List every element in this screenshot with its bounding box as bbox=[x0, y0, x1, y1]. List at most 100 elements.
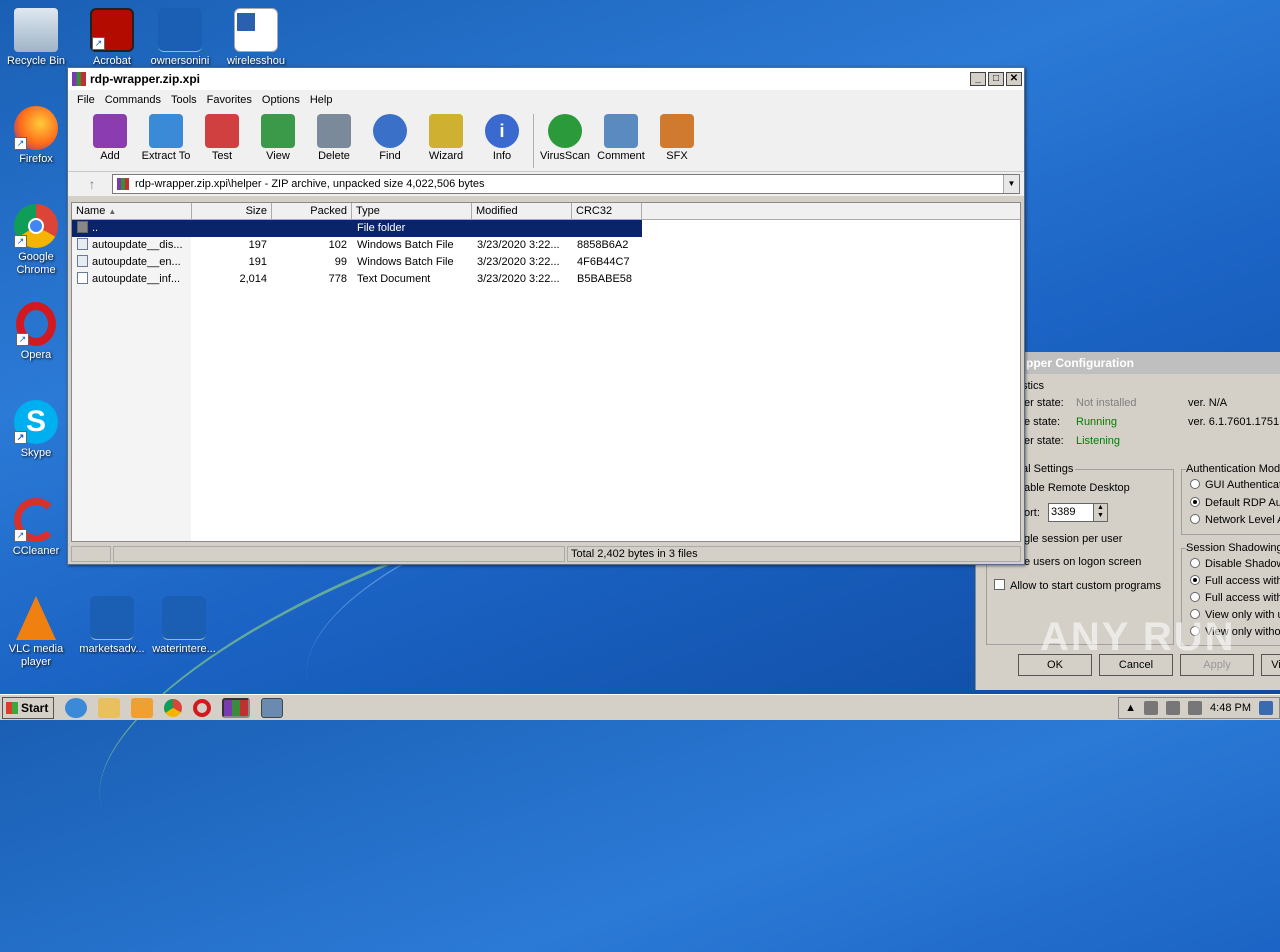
taskbar: Start ▲ 4:48 PM bbox=[0, 694, 1280, 720]
column-crc32[interactable]: CRC32 bbox=[572, 203, 642, 219]
desktop-icon-waterintere[interactable]: waterintere... bbox=[148, 596, 220, 656]
desktop-icon-vlc[interactable]: VLC media player bbox=[0, 596, 72, 669]
extra-button[interactable]: Vi bbox=[1261, 654, 1280, 676]
file-icon bbox=[162, 596, 206, 640]
service-state-label: e state: bbox=[1024, 416, 1061, 428]
auth-option-gui[interactable]: GUI Authenticat bbox=[1190, 479, 1280, 491]
explorer-icon[interactable] bbox=[98, 697, 120, 718]
drive-key-icon[interactable] bbox=[71, 546, 111, 562]
menu-file[interactable]: File bbox=[72, 94, 100, 106]
service-state-value: Running bbox=[1076, 416, 1117, 428]
desktop-icon-chrome[interactable]: ↗ Google Chrome bbox=[0, 204, 72, 277]
text-document-icon bbox=[77, 272, 88, 284]
column-name[interactable]: Name ▲ bbox=[72, 203, 192, 219]
info-button[interactable]: i Info bbox=[474, 114, 530, 162]
column-packed[interactable]: Packed bbox=[272, 203, 352, 219]
port-input[interactable]: 3389 ▲ ▼ bbox=[1048, 503, 1108, 522]
chevron-up-icon[interactable]: ▲ bbox=[1125, 702, 1136, 714]
maximize-button[interactable]: □ bbox=[988, 72, 1004, 86]
table-row[interactable]: autoupdate__dis... 197 102 Windows Batch… bbox=[72, 237, 1020, 254]
single-session-checkbox[interactable]: gle session per user bbox=[1024, 533, 1122, 545]
path-combobox[interactable]: rdp-wrapper.zip.xpi\helper - ZIP archive… bbox=[112, 174, 1020, 194]
column-modified[interactable]: Modified bbox=[472, 203, 572, 219]
opera-icon: ↗ bbox=[16, 302, 56, 346]
window-titlebar[interactable]: rdp-wrapper.zip.xpi _ □ ✕ bbox=[68, 68, 1024, 90]
media-player-icon[interactable] bbox=[131, 697, 153, 718]
allow-custom-programs-checkbox[interactable]: Allow to start custom programs bbox=[994, 579, 1161, 592]
add-button[interactable]: Add bbox=[82, 114, 138, 162]
shadow-option-full-without[interactable]: Full access with bbox=[1190, 592, 1280, 604]
ie-icon[interactable] bbox=[65, 697, 87, 718]
table-row[interactable]: autoupdate__inf... 2,014 778 Text Docume… bbox=[72, 271, 1020, 288]
view-button[interactable]: View bbox=[250, 114, 306, 162]
rdp-config-taskbar-icon[interactable] bbox=[261, 697, 283, 718]
close-button[interactable]: ✕ bbox=[1006, 72, 1022, 86]
winrar-window: rdp-wrapper.zip.xpi _ □ ✕ File Commands … bbox=[67, 67, 1025, 565]
chevron-down-icon[interactable]: ▼ bbox=[1003, 175, 1019, 193]
port-label: ort: bbox=[1024, 507, 1040, 519]
up-arrow-icon[interactable]: ↑ bbox=[72, 176, 112, 192]
status-text: Total 2,402 bytes in 3 files bbox=[567, 546, 1021, 562]
list-header: Name ▲ Size Packed Type Modified CRC32 bbox=[72, 203, 1020, 220]
hide-users-checkbox[interactable]: e users on logon screen bbox=[1024, 556, 1141, 568]
recycle-bin-icon bbox=[14, 8, 58, 52]
test-button[interactable]: Test bbox=[194, 114, 250, 162]
clipboard-test-icon bbox=[205, 114, 239, 148]
system-tray: ▲ 4:48 PM bbox=[1118, 696, 1280, 719]
auth-option-nla[interactable]: Network Level A bbox=[1190, 514, 1280, 526]
shadow-option-full-with[interactable]: Full access with bbox=[1190, 575, 1280, 587]
ccleaner-icon: ↗ bbox=[14, 498, 58, 542]
opera-icon[interactable] bbox=[193, 698, 211, 717]
network-icon[interactable] bbox=[1144, 700, 1159, 715]
enable-rdp-checkbox[interactable]: able Remote Desktop bbox=[1024, 482, 1130, 494]
desktop-icon-ccleaner[interactable]: ↗ CCleaner bbox=[0, 498, 72, 558]
show-desktop-icon[interactable] bbox=[1259, 700, 1273, 715]
comment-icon bbox=[604, 114, 638, 148]
desktop-icon-firefox[interactable]: ↗ Firefox bbox=[0, 106, 72, 166]
desktop-icon-wirelesshou[interactable]: wirelesshou bbox=[220, 8, 292, 68]
sfx-button[interactable]: SFX bbox=[649, 114, 705, 162]
winrar-app-icon bbox=[72, 72, 86, 86]
menu-tools[interactable]: Tools bbox=[166, 94, 202, 106]
menu-help[interactable]: Help bbox=[305, 94, 338, 106]
desktop-icon-skype[interactable]: S ↗ Skype bbox=[0, 400, 72, 460]
chrome-icon[interactable] bbox=[164, 698, 182, 717]
extract-to-button[interactable]: Extract To bbox=[138, 114, 194, 162]
trash-icon bbox=[317, 114, 351, 148]
table-row[interactable]: autoupdate__en... 191 99 Windows Batch F… bbox=[72, 254, 1020, 271]
column-size[interactable]: Size bbox=[192, 203, 272, 219]
delete-button[interactable]: Delete bbox=[306, 114, 362, 162]
anyrun-watermark: ANY RUN bbox=[1040, 615, 1236, 659]
start-button[interactable]: Start bbox=[2, 696, 54, 719]
wizard-button[interactable]: Wizard bbox=[418, 114, 474, 162]
wrapper-state-value: Not installed bbox=[1076, 397, 1137, 409]
menu-options[interactable]: Options bbox=[257, 94, 305, 106]
winrar-taskbar-icon[interactable] bbox=[222, 697, 250, 718]
clock[interactable]: 4:48 PM bbox=[1210, 702, 1251, 714]
find-button[interactable]: Find bbox=[362, 114, 418, 162]
column-type[interactable]: Type bbox=[352, 203, 472, 219]
menu-favorites[interactable]: Favorites bbox=[202, 94, 257, 106]
folder-extract-icon bbox=[149, 114, 183, 148]
table-row[interactable]: .. File folder bbox=[72, 220, 1020, 237]
desktop-icon-opera[interactable]: ↗ Opera bbox=[0, 302, 72, 362]
menu-commands[interactable]: Commands bbox=[100, 94, 166, 106]
file-icon bbox=[90, 596, 134, 640]
address-bar: ↑ rdp-wrapper.zip.xpi\helper - ZIP archi… bbox=[68, 172, 1024, 196]
virusscan-button[interactable]: VirusScan bbox=[537, 114, 593, 162]
listener-state-label: er state: bbox=[1024, 435, 1064, 447]
listener-state-value: Listening bbox=[1076, 435, 1121, 447]
auth-option-default[interactable]: Default RDP Au bbox=[1190, 497, 1280, 509]
desktop-icon-ownersonini[interactable]: ownersonini bbox=[144, 8, 216, 68]
auth-mode-label: Authentication Mod bbox=[1186, 463, 1280, 475]
shadow-option-disable[interactable]: Disable Shadow bbox=[1190, 558, 1280, 570]
minimize-button[interactable]: _ bbox=[970, 72, 986, 86]
desktop-icon-recycle-bin[interactable]: Recycle Bin bbox=[0, 8, 72, 68]
desktop-icon-acrobat[interactable]: ↗ Acrobat bbox=[76, 8, 148, 68]
port-spinner[interactable]: ▲ ▼ bbox=[1093, 504, 1107, 521]
desktop-icon-marketsadv[interactable]: marketsadv... bbox=[76, 596, 148, 656]
volume-icon[interactable] bbox=[1166, 700, 1181, 715]
comment-button[interactable]: Comment bbox=[593, 114, 649, 162]
flag-icon[interactable] bbox=[1188, 700, 1203, 715]
status-pane bbox=[113, 546, 565, 562]
